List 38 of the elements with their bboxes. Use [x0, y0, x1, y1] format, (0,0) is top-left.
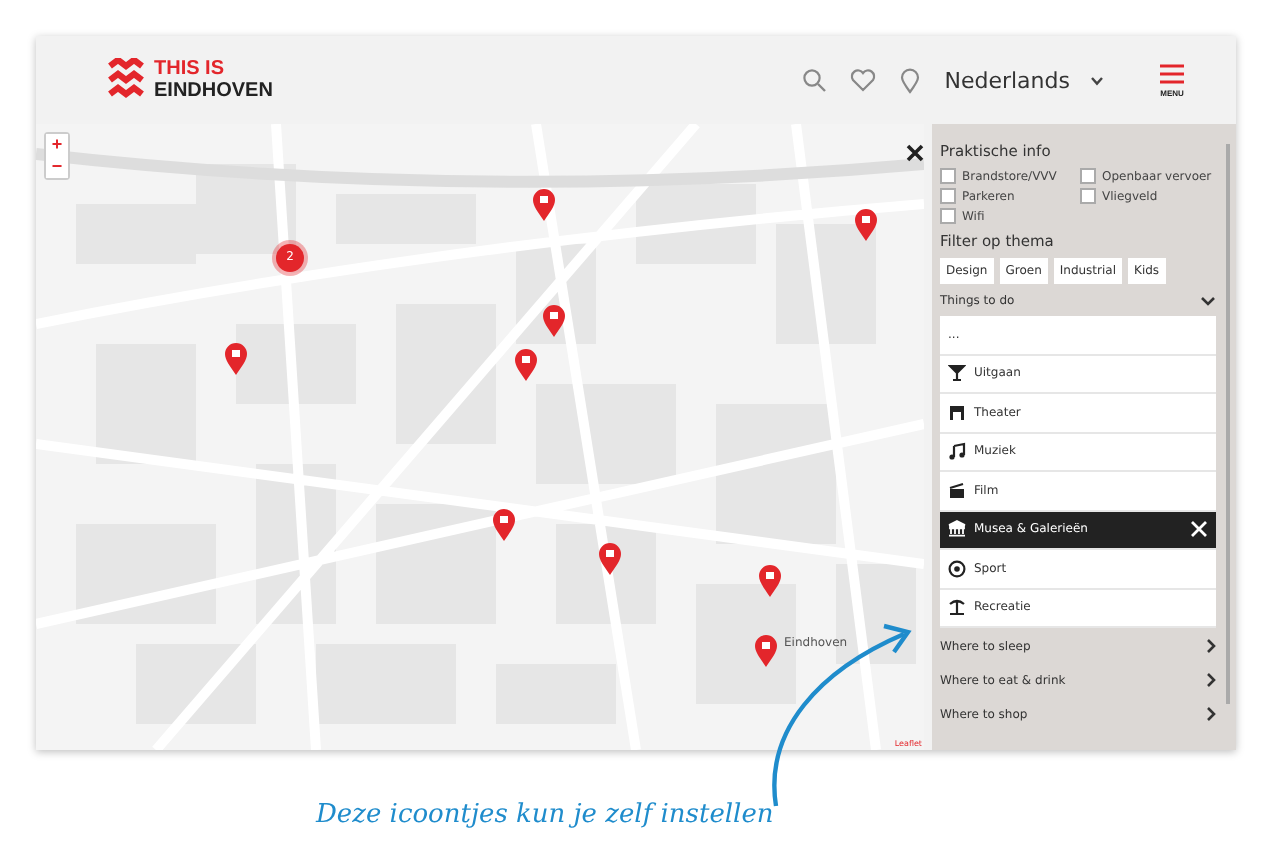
map-marker-icon — [754, 634, 778, 668]
ball-icon — [948, 559, 966, 578]
location-pin-icon — [900, 67, 921, 93]
annotation-text: Deze icoontjes kun je zelf instellen — [316, 800, 774, 830]
chevron-right-icon — [1206, 706, 1216, 722]
cocktail-glass-icon — [948, 364, 966, 383]
close-icon — [1190, 520, 1208, 539]
checkbox[interactable] — [940, 208, 956, 224]
language-dropdown[interactable]: Nederlands — [944, 67, 1120, 93]
scrollbar[interactable] — [1226, 144, 1230, 704]
chevron-down-icon — [1200, 296, 1216, 306]
chevron-right-icon — [1206, 672, 1216, 688]
logo-text-line: THIS IS — [154, 58, 227, 80]
checkbox[interactable] — [1080, 188, 1096, 204]
camera-icon — [948, 481, 966, 500]
map-marker-icon — [854, 208, 878, 242]
map-marker-icon — [542, 304, 566, 338]
close-icon — [906, 144, 924, 162]
hamburger-menu-icon — [1160, 63, 1184, 83]
map-marker-icon — [758, 564, 782, 598]
chevron-down-icon — [1090, 75, 1104, 85]
map-marker-icon — [514, 348, 538, 382]
heart-icon — [850, 68, 877, 92]
stage-icon — [948, 403, 966, 422]
checkbox[interactable] — [940, 188, 956, 204]
map-marker-icon — [598, 542, 622, 576]
music-note-icon — [948, 442, 966, 461]
chevron-right-icon — [1206, 638, 1216, 654]
map-marker-icon — [532, 188, 556, 222]
museum-building-icon — [948, 520, 966, 539]
wave-logo-icon — [108, 58, 144, 102]
logo-text-line: EINDHOVEN — [154, 80, 273, 102]
map-marker-icon — [492, 508, 516, 542]
checkbox[interactable] — [1080, 168, 1096, 184]
search-icon — [802, 68, 827, 92]
checkbox[interactable] — [940, 168, 956, 184]
map-marker-icon — [224, 342, 248, 376]
umbrella-icon — [948, 598, 966, 617]
